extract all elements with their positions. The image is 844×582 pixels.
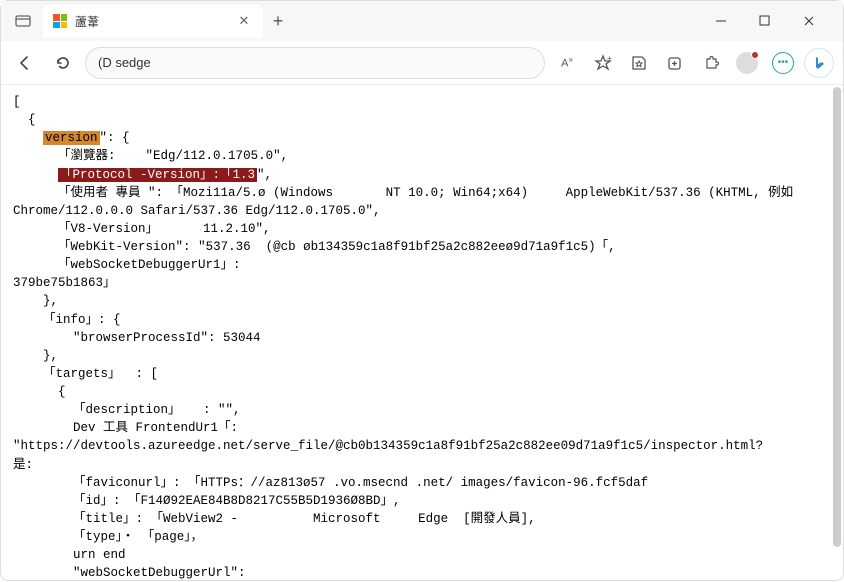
profile-button[interactable] — [731, 47, 763, 79]
tab-title: 蘆葦 — [75, 13, 235, 30]
refresh-button[interactable] — [47, 47, 79, 79]
minimize-button[interactable] — [715, 15, 739, 27]
webkit-value: "537.36 (@cb øb134359c1a8f91bf25a2c882ee… — [198, 240, 616, 254]
titlebar: 蘆葦 ✕ + — [1, 1, 843, 41]
bing-chat-button[interactable] — [803, 47, 835, 79]
targets-label: 「targets」 : [ — [43, 367, 158, 381]
info-pid: "browserProcessId": 53044 — [73, 331, 261, 345]
new-tab-button[interactable]: + — [263, 11, 293, 32]
webkit-label: 「WebKit-Version": — [58, 240, 191, 254]
useragent-line2: Chrome/112.0.0.0 Safari/537.36 Edg/112.0… — [13, 204, 381, 218]
desc-label: 「description」 : "", — [73, 403, 241, 417]
more-icon: ••• — [772, 52, 794, 74]
type-label: 「type」・ 「page」， — [73, 530, 203, 544]
v8-label: 「V8-Version」 — [58, 222, 158, 236]
favorites-list-button[interactable] — [623, 47, 655, 79]
scrollbar[interactable] — [833, 87, 841, 573]
read-aloud-button[interactable]: A» — [551, 47, 583, 79]
devtools-url: "https://devtools.azureedge.net/serve_fi… — [13, 439, 763, 453]
toolbar: (D sedge A» + ••• — [1, 41, 843, 85]
page-content: [ { version": { 「瀏覽器: "Edg/112.0.1705.0"… — [1, 85, 843, 582]
protocol-highlight: 「Protocol -Version」:「1.3 — [58, 168, 257, 182]
id-label: 「id」: 「F14Ø92EAE84B8D8217C55B5D1936Ø8BD」… — [73, 494, 401, 508]
protocol-suffix: ", — [257, 168, 272, 182]
back-button[interactable] — [9, 47, 41, 79]
favicon-label: 「faviconurl」: 「HTTPs：//az813ø57 .vo.msec… — [73, 476, 648, 490]
devtools-suffix: 是: — [13, 458, 33, 472]
urn-label: urn end — [73, 548, 126, 562]
close-tab-button[interactable]: ✕ — [235, 13, 253, 29]
svg-text:+: + — [607, 54, 612, 63]
window-controls — [715, 15, 835, 27]
collections-button[interactable] — [659, 47, 691, 79]
maximize-button[interactable] — [759, 15, 783, 27]
browser-tab[interactable]: 蘆葦 ✕ — [43, 4, 263, 38]
version-key-highlight: version — [43, 131, 100, 145]
browser-value: "Edg/112.0.1705.0", — [146, 149, 289, 163]
wsdebug-label: 「webSocketDebuggerUr1」: — [58, 258, 241, 272]
scrollbar-thumb[interactable] — [833, 87, 841, 547]
wsdebug-value: 379be75b1863」 — [13, 276, 116, 290]
avatar-icon — [736, 52, 758, 74]
devtools-label: Dev 工具 FrontendUr1「: — [73, 421, 238, 435]
extensions-button[interactable] — [695, 47, 727, 79]
address-text: (D sedge — [98, 55, 151, 70]
useragent-nt: NT 10.0; Win64;x64) — [386, 186, 529, 200]
title-label: 「title」: 「WebView2 - Microsoft Edge [開發人… — [73, 512, 536, 526]
more-button[interactable]: ••• — [767, 47, 799, 79]
info-label: 「info」: { — [43, 313, 121, 327]
address-bar[interactable]: (D sedge — [85, 47, 545, 79]
useragent-label: 「使用者 專員 ": 「Mozi11a/5.ø (Windows — [58, 186, 333, 200]
useragent-awk: AppleWebKit/537.36 (KHTML, 例如 — [566, 186, 794, 200]
favorite-button[interactable]: + — [587, 47, 619, 79]
browser-label: 「瀏覽器: — [58, 149, 116, 163]
tab-preview-icon[interactable] — [9, 7, 37, 35]
ms-logo-icon — [53, 14, 67, 28]
wsurl-label: "webSocketDebuggerUrl": — [73, 566, 246, 580]
close-window-button[interactable] — [803, 15, 827, 27]
v8-value: 11.2.10", — [203, 222, 271, 236]
bing-icon — [804, 48, 834, 78]
